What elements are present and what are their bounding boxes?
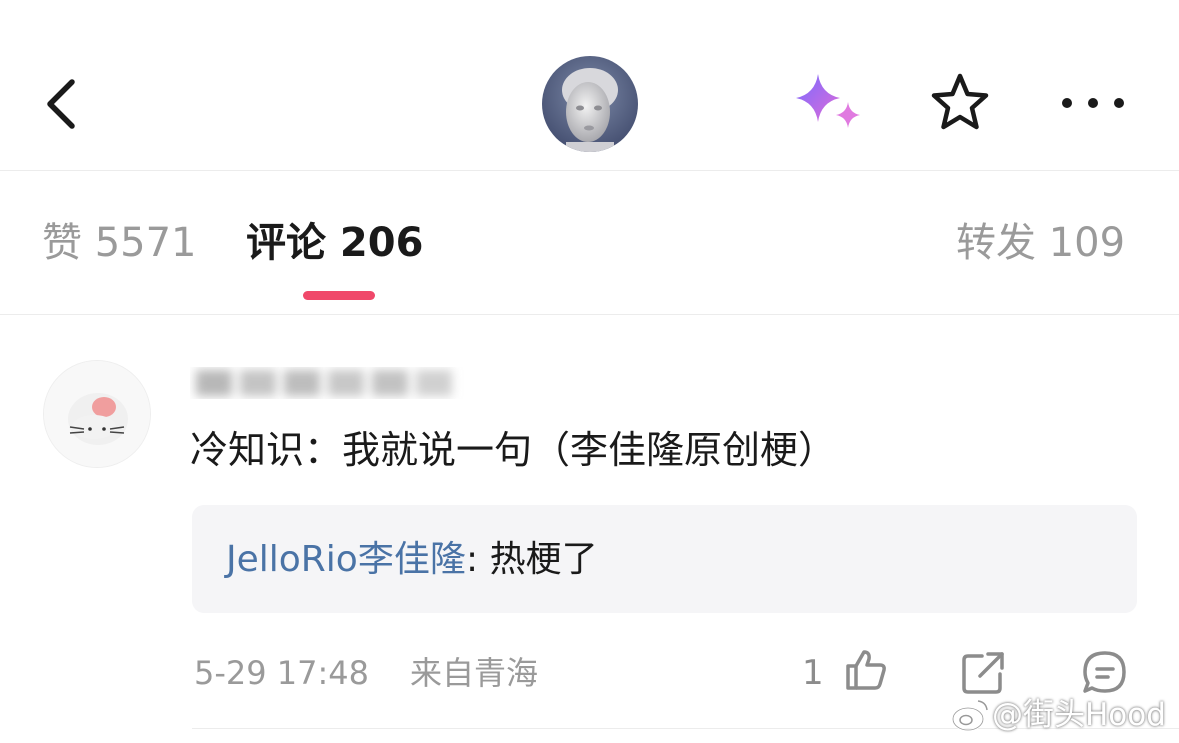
comment-text: 冷知识：我就说一句（李佳隆原创梗） [190, 428, 837, 472]
active-tab-indicator [303, 291, 375, 300]
reply-button[interactable] [1080, 648, 1130, 698]
ai-assistant-button[interactable] [788, 68, 868, 138]
commenter-avatar[interactable] [43, 360, 151, 468]
thumbs-up-icon [846, 650, 886, 690]
sparkle-icon [796, 74, 860, 128]
tab-likes[interactable]: 赞 5571 [42, 218, 197, 268]
weibo-logo-icon [950, 697, 990, 733]
commenter-username-blurred[interactable] [190, 356, 490, 406]
like-count: 1 [802, 653, 824, 693]
share-button[interactable] [958, 648, 1008, 698]
tab-comments[interactable]: 评论 206 [246, 218, 423, 268]
favorite-button[interactable] [926, 70, 994, 136]
kitty-avatar-image [44, 361, 150, 467]
back-button[interactable] [36, 70, 96, 140]
statue-avatar-image [542, 56, 638, 152]
comment-timestamp: 5-29 17:48 [194, 654, 370, 692]
star-outline-icon [931, 73, 989, 130]
author-avatar[interactable] [542, 56, 638, 152]
comment-bubble-icon [1083, 651, 1126, 693]
reply-content: 热梗了 [489, 539, 598, 580]
share-icon [962, 652, 1004, 694]
ellipsis-icon [1062, 98, 1124, 108]
reply-author-link[interactable]: JelloRio李佳隆 [226, 534, 466, 586]
chevron-left-icon [47, 79, 75, 129]
comment-location: 来自青海 [410, 654, 539, 692]
like-button[interactable] [842, 646, 890, 694]
reply-colon: : [466, 539, 490, 580]
more-options-button[interactable] [1058, 88, 1128, 118]
blurred-username [196, 370, 452, 396]
tab-forwards[interactable]: 转发 109 [956, 218, 1125, 268]
reply-text: : 热梗了 [466, 534, 598, 586]
weibo-watermark: @街头Hood [992, 697, 1166, 733]
